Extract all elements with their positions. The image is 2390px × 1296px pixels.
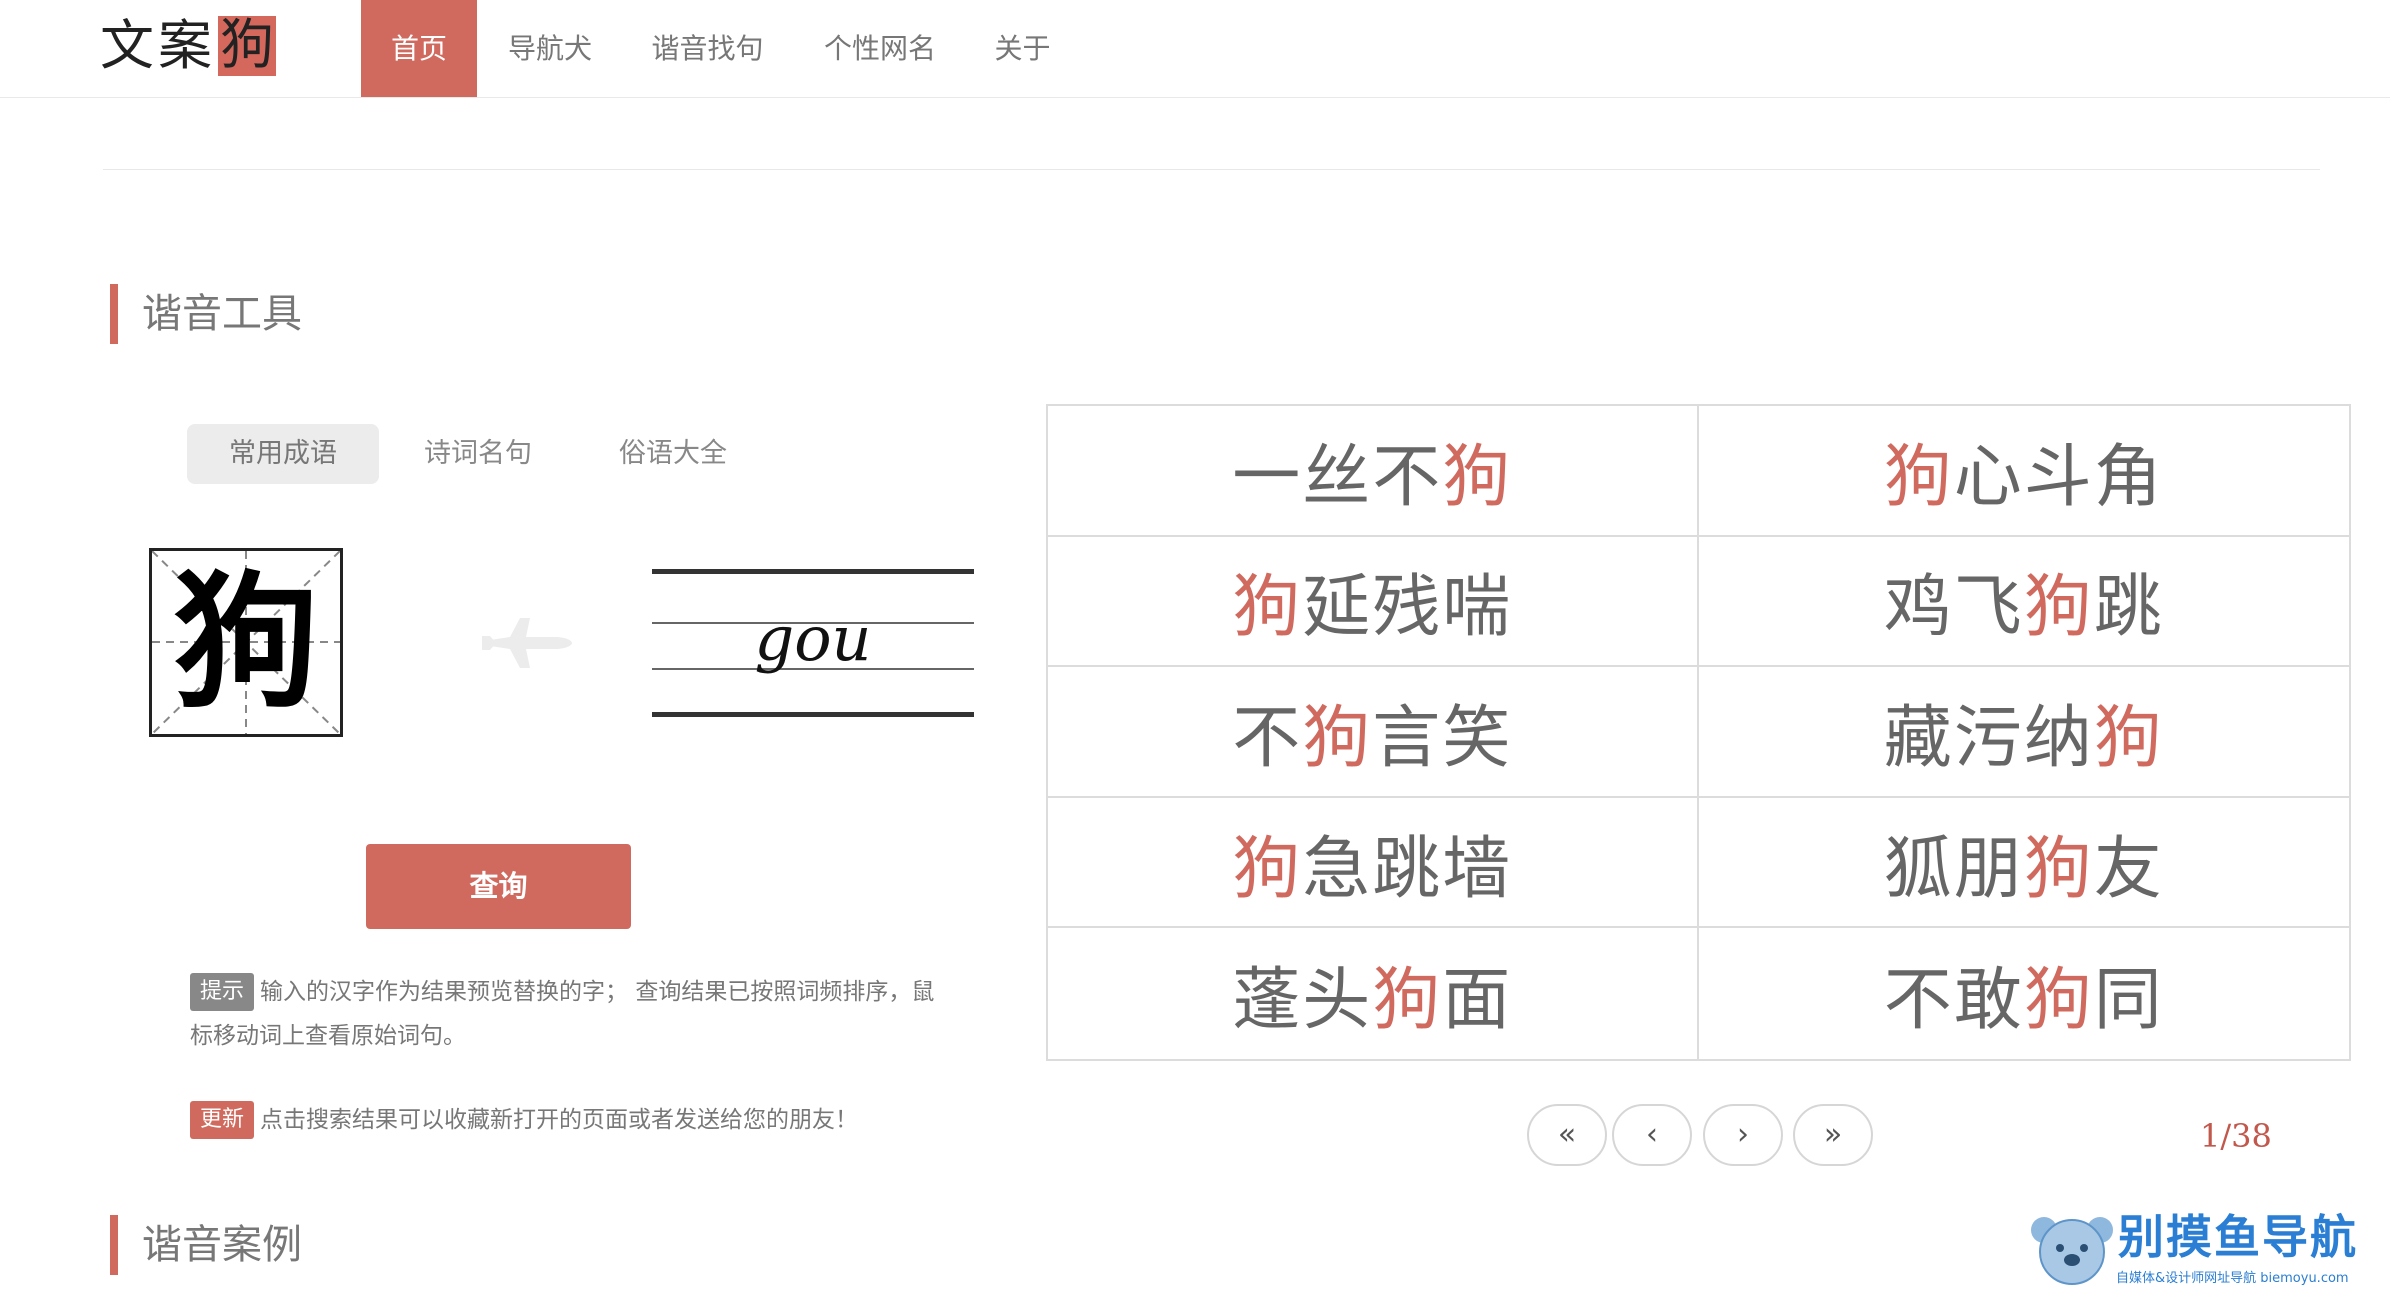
input-char: 狗 [173,557,319,728]
result-item[interactable]: 蓬头狗面 [1048,928,1699,1059]
divider [103,169,2320,170]
char-input-box[interactable]: 狗 [149,548,343,737]
pinyin-text: gou [754,602,872,675]
nav-about[interactable]: 关于 [985,0,1060,97]
last-page-button[interactable]: » [1793,1104,1873,1166]
result-text: 延残喘 [1302,568,1513,648]
hint-text: 提示 输入的汉字作为结果预览替换的字； 查询结果已按照词频排序，鼠 标移动词上查看… [190,970,980,1058]
tab-proverbs[interactable]: 俗语大全 [577,424,769,484]
result-highlight-char: 狗 [2023,829,2094,909]
result-highlight-char: 狗 [1372,961,1443,1041]
section-marker [110,284,118,344]
result-item[interactable]: 狗急跳墙 [1048,797,1699,929]
result-text: 一丝不 [1232,437,1443,517]
update-line: 点击搜索结果可以收藏新打开的页面或者发送给您的朋友！ [260,1107,859,1133]
result-highlight-char: 狗 [2023,568,2094,648]
pinyin-staff: gou [652,566,974,722]
prev-page-button[interactable]: ‹ [1612,1104,1692,1166]
result-text: 言笑 [1372,698,1513,778]
result-item[interactable]: 不敢狗同 [1699,928,2350,1059]
result-highlight-char: 狗 [1302,698,1373,778]
airplane-icon [482,618,572,668]
tab-poetry[interactable]: 诗词名句 [382,424,574,484]
result-text: 鸡飞 [1883,568,2024,648]
result-text: 心斗角 [1953,437,2164,517]
result-text: 同 [2093,961,2164,1041]
nav-guide-dog[interactable]: 导航犬 [490,0,610,97]
watermark-subtitle: 自媒体&设计师网址导航 biemoyu.com [2116,1271,2349,1286]
result-text: 友 [2093,829,2164,909]
result-item[interactable]: 不狗言笑 [1048,667,1699,798]
result-item[interactable]: 一丝不狗 [1048,406,1699,537]
query-button[interactable]: 查询 [366,844,631,929]
top-navbar [0,0,2390,98]
result-item[interactable]: 藏污纳狗 [1698,667,2349,798]
hint-badge: 提示 [190,973,255,1011]
result-highlight-char: 狗 [1232,568,1303,648]
result-text: 蓬头 [1232,961,1373,1041]
tab-common-idioms[interactable]: 常用成语 [187,424,379,484]
page-count: 1/38 [2200,1117,2272,1155]
site-logo[interactable]: 文案 狗 [100,14,276,78]
result-text: 不 [1232,698,1303,778]
section-title-tool: 谐音工具 [142,291,302,337]
nav-nickname[interactable]: 个性网名 [810,0,950,97]
hint-line1: 输入的汉字作为结果预览替换的字； 查询结果已按照词频排序，鼠 [260,979,935,1005]
result-text: 藏污纳 [1883,698,2094,778]
result-item[interactable]: 鸡飞狗跳 [1698,537,2349,668]
watermark-title: 别摸鱼导航 [2118,1210,2358,1264]
result-text: 不敢 [1883,961,2024,1041]
hint-line2: 标移动词上查看原始词句。 [190,1023,466,1049]
result-highlight-char: 狗 [2093,698,2164,778]
update-badge: 更新 [190,1101,255,1139]
result-text: 急跳墙 [1302,829,1513,909]
logo-badge: 狗 [218,13,276,76]
koala-mascot-icon [2031,1217,2113,1285]
result-highlight-char: 狗 [1883,437,1954,517]
next-page-button[interactable]: › [1703,1104,1783,1166]
result-highlight-char: 狗 [2023,961,2094,1041]
nav-homophone-search[interactable]: 谐音找句 [640,0,775,97]
result-highlight-char: 狗 [1442,437,1513,517]
results-grid: 一丝不狗狗心斗角狗延残喘 鸡飞狗跳不狗言笑 藏污纳狗狗急跳墙 狐朋狗友蓬头狗面不敢狗同 [1046,404,2351,1061]
update-text: 更新 点击搜索结果可以收藏新打开的页面或者发送给您的朋友！ [190,1098,980,1142]
result-item[interactable]: 狐朋狗友 [1698,798,2349,929]
section-marker [110,1215,118,1275]
result-text: 狐朋 [1883,829,2024,909]
first-page-button[interactable]: « [1527,1104,1607,1166]
logo-text: 文案 [100,14,216,77]
section-title-cases: 谐音案例 [142,1222,302,1268]
result-highlight-char: 狗 [1232,829,1303,909]
result-text: 面 [1442,961,1513,1041]
result-text: 跳 [2093,568,2164,648]
result-item[interactable]: 狗延残喘 [1048,536,1699,668]
result-item[interactable]: 狗心斗角 [1698,406,2349,537]
nav-home[interactable]: 首页 [361,0,477,97]
watermark: 别摸鱼导航 自媒体&设计师网址导航 biemoyu.com [2030,1208,2375,1296]
